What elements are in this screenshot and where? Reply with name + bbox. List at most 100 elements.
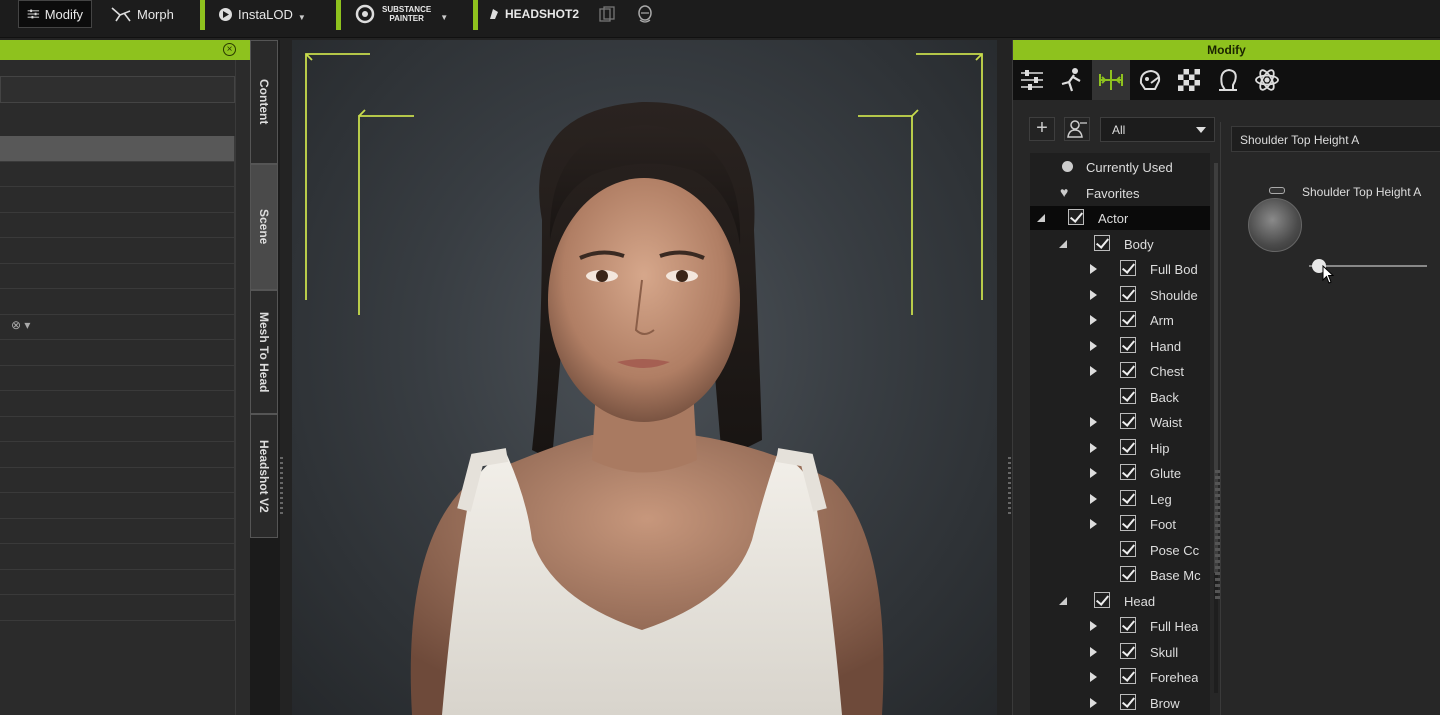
checkbox[interactable] <box>1120 387 1136 404</box>
left-list-row[interactable]: ⊗ ▾ <box>0 314 235 340</box>
tree-item[interactable]: Brow <box>1030 691 1210 715</box>
expand-arrow-icon[interactable] <box>1090 442 1097 453</box>
checkbox[interactable] <box>1120 413 1136 429</box>
modify-tool-button[interactable]: Modify <box>18 0 92 28</box>
add-button[interactable]: + <box>1029 117 1055 141</box>
collapse-arrow-icon[interactable] <box>1059 596 1067 605</box>
checkbox[interactable] <box>1120 566 1136 582</box>
left-list-row[interactable] <box>0 289 235 315</box>
left-list-row[interactable] <box>0 518 235 544</box>
tree-item[interactable]: Shoulde <box>1030 283 1210 307</box>
checkbox[interactable] <box>1120 311 1136 327</box>
left-list-row[interactable] <box>0 467 235 493</box>
left-list-row[interactable] <box>0 365 235 391</box>
tree-scrollbar[interactable] <box>1214 163 1218 693</box>
left-list-row[interactable] <box>0 187 235 213</box>
collapse-arrow-icon[interactable] <box>1037 214 1045 222</box>
collapse-arrow-icon[interactable] <box>1059 239 1067 248</box>
reset-slider-button[interactable] <box>1269 187 1285 194</box>
side-tab-content[interactable]: Content <box>250 40 278 164</box>
tree-item[interactable]: Hand <box>1030 334 1210 358</box>
pose-icon[interactable] <box>1058 67 1084 93</box>
clear-icon[interactable]: ⊗ ▾ <box>11 318 30 332</box>
tree-item[interactable]: Waist <box>1030 410 1210 434</box>
tree-item[interactable]: Full Bod <box>1030 257 1210 281</box>
tree-item[interactable]: Forehea <box>1030 665 1210 689</box>
panel-splitter[interactable] <box>1215 470 1220 600</box>
expand-arrow-icon[interactable] <box>1090 315 1097 325</box>
checkbox[interactable] <box>1120 464 1136 480</box>
left-list-row[interactable] <box>0 493 235 519</box>
checkbox[interactable] <box>1120 540 1136 557</box>
person-filter-button[interactable] <box>1064 117 1090 141</box>
expand-arrow-icon[interactable] <box>1090 646 1097 657</box>
side-tab-mesh-to-head[interactable]: Mesh To Head <box>250 290 278 414</box>
tree-item[interactable]: ♥ Favorites <box>1030 181 1210 205</box>
left-list-row[interactable] <box>0 136 235 162</box>
checkbox[interactable] <box>1120 617 1136 633</box>
expand-arrow-icon[interactable] <box>1090 621 1097 631</box>
tree-item[interactable]: Pose Cc <box>1030 538 1210 562</box>
checkbox[interactable] <box>1120 336 1136 353</box>
expand-arrow-icon[interactable] <box>1090 697 1097 708</box>
tree-item[interactable]: Currently Used <box>1030 155 1210 179</box>
tree-item[interactable]: Full Hea <box>1030 614 1210 638</box>
close-icon[interactable]: × <box>223 43 236 56</box>
sliders-icon[interactable] <box>1019 67 1045 93</box>
morph-tool-button[interactable]: Morph <box>110 0 174 28</box>
tree-item[interactable]: Hip <box>1030 436 1210 460</box>
substance-painter-button[interactable]: SUBSTANCE PAINTER ▼ <box>355 0 448 28</box>
left-list-row[interactable] <box>0 416 235 442</box>
left-list-row[interactable] <box>0 569 235 595</box>
checkbox[interactable] <box>1120 515 1136 531</box>
morph-tab-active[interactable] <box>1092 60 1130 100</box>
tree-item[interactable]: Leg <box>1030 487 1210 511</box>
left-list-row[interactable] <box>0 212 235 238</box>
headshot2-button[interactable]: HEADSHOT2 <box>488 0 579 28</box>
left-list-row[interactable] <box>0 391 235 417</box>
tree-item[interactable]: Skull <box>1030 640 1210 664</box>
filter-dropdown[interactable]: All <box>1100 117 1215 142</box>
tree-item[interactable]: Arm <box>1030 308 1210 332</box>
expand-arrow-icon[interactable] <box>1090 340 1097 351</box>
checkbox[interactable] <box>1120 489 1136 506</box>
checkbox[interactable] <box>1094 591 1110 608</box>
expand-arrow-icon[interactable] <box>1090 289 1097 300</box>
expand-arrow-icon[interactable] <box>1090 366 1097 376</box>
face-edit-icon[interactable] <box>1137 67 1163 93</box>
tree-item[interactable]: Chest <box>1030 359 1210 383</box>
3d-viewport[interactable] <box>292 40 997 715</box>
left-list-row[interactable] <box>0 161 235 187</box>
tree-item[interactable]: Actor <box>1030 206 1210 230</box>
expand-arrow-icon[interactable] <box>1090 519 1097 529</box>
left-search-field[interactable] <box>0 76 235 103</box>
tree-item[interactable]: Glute <box>1030 461 1210 485</box>
checkbox[interactable] <box>1120 642 1136 659</box>
left-list-row[interactable] <box>0 340 235 366</box>
side-tab-scene[interactable]: Scene <box>250 164 278 290</box>
tree-item[interactable]: Head <box>1030 589 1210 613</box>
left-list-row[interactable] <box>0 442 235 468</box>
checkbox[interactable] <box>1120 438 1136 455</box>
expand-arrow-icon[interactable] <box>1090 672 1097 682</box>
checker-icon[interactable] <box>1176 67 1202 93</box>
splitter-handle[interactable] <box>280 457 283 517</box>
checkbox[interactable] <box>1120 362 1136 378</box>
instalod-button[interactable]: InstaLOD ▼ <box>218 0 306 28</box>
left-list-row[interactable] <box>0 238 235 264</box>
left-list-row[interactable] <box>0 544 235 570</box>
tree-item[interactable]: Base Mc <box>1030 563 1210 587</box>
expand-arrow-icon[interactable] <box>1090 468 1097 478</box>
left-list-row[interactable] <box>0 595 235 621</box>
tree-item[interactable]: Back <box>1030 385 1210 409</box>
checkbox[interactable] <box>1120 260 1136 276</box>
left-list-row[interactable] <box>0 263 235 289</box>
checkbox[interactable] <box>1094 234 1110 251</box>
tree-item[interactable]: Body <box>1030 232 1210 256</box>
expand-arrow-icon[interactable] <box>1090 417 1097 427</box>
expand-arrow-icon[interactable] <box>1090 264 1097 274</box>
tree-item[interactable]: Foot <box>1030 512 1210 536</box>
checkbox[interactable] <box>1068 209 1084 225</box>
headshot-layers-button[interactable] <box>598 0 616 28</box>
atom-icon[interactable] <box>1254 67 1280 93</box>
